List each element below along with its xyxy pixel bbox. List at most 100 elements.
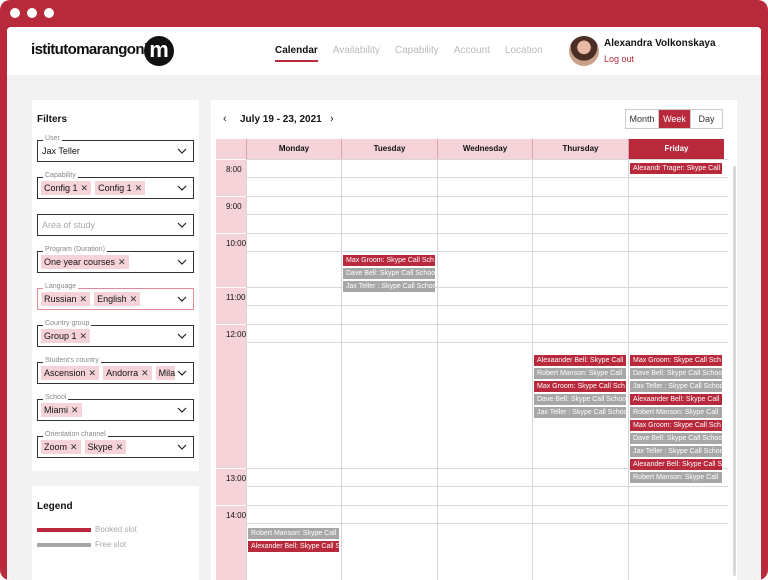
school-select[interactable]: School Miami ✕ [37,394,194,421]
free-slot[interactable]: Robert Manson: Skype Call [248,528,339,539]
capability-select[interactable]: Capability Config 1 ✕ Config 1 ✕ [37,172,194,199]
close-icon[interactable]: ✕ [80,294,88,304]
calendar-scrollbar[interactable] [733,166,736,576]
nav-capability[interactable]: Capability [395,45,439,56]
view-day-button[interactable]: Day [690,110,722,128]
time-label: 13:00 [226,474,247,483]
close-icon[interactable]: ✕ [135,183,143,193]
booked-slot[interactable]: Max Groom: Skype Call Sch [343,255,435,266]
area-of-study-select[interactable]: Area of study [37,214,194,236]
grid-line [246,196,728,197]
day-header-monday: Monday [246,139,341,159]
chip-list: One year courses ✕ [41,255,129,269]
close-icon[interactable]: ✕ [130,294,138,304]
grid-line [246,159,728,160]
chevron-left-icon[interactable]: ‹ [223,113,227,125]
user-select[interactable]: User Jax Teller [37,135,194,162]
chevron-down-icon[interactable] [177,331,187,341]
close-icon[interactable]: ✕ [80,331,88,341]
booked-slot[interactable]: Alexander Bell: Skype Call S [630,459,722,470]
view-month-button[interactable]: Month [626,110,658,128]
window-dot-icon[interactable] [44,8,54,18]
free-slot[interactable]: Jax Teller : Skype Call Schoo [630,446,722,457]
close-icon[interactable]: ✕ [118,257,126,267]
chip-label: English [97,294,127,304]
close-icon[interactable]: ✕ [81,183,89,193]
close-icon[interactable]: ✕ [141,368,149,378]
time-slot-label: 12:00 [216,324,246,468]
grid-line [246,287,728,288]
field-label: Program (Duration) [43,246,107,254]
chevron-down-icon[interactable] [177,183,187,193]
time-label: 9:00 [226,202,242,211]
chip: Skype ✕ [84,440,127,454]
chip-list: Group 1 ✕ [41,329,91,343]
free-slot[interactable]: Robert Manson: Skype Call [630,472,722,483]
avatar[interactable] [569,36,599,66]
chip-label: Config 1 [44,183,78,193]
week-grid: Monday Tuesday Wednesday Thursday Friday 8:00… [216,139,728,580]
country-group-select[interactable]: Country group Group 1 ✕ [37,320,194,347]
chevron-down-icon[interactable] [177,442,187,452]
language-select[interactable]: Language Russian ✕ English ✕ [37,283,194,310]
chip: One year courses ✕ [41,255,129,269]
time-label: 11:00 [226,293,246,302]
nav-location[interactable]: Location [505,45,543,56]
chip-label: Ascension [44,368,86,378]
booked-slot[interactable]: Max Groom: Skype Call Sch [630,355,722,366]
filters-title: Filters [37,114,68,125]
main-nav: Calendar Availability Capability Account… [275,45,543,62]
close-icon[interactable]: ✕ [70,442,78,452]
free-slot[interactable]: Robert Manson: Skype Call [630,407,722,418]
free-slot[interactable]: Jax Teller : Skype Call Schoo [343,281,435,292]
chip-label: Skype [87,442,113,452]
booked-slot[interactable]: Max Groom: Skype Call Sch [534,381,626,392]
grid-line [246,214,728,215]
day-header-wednesday: Wednesday [437,139,532,159]
nav-calendar[interactable]: Calendar [275,45,318,62]
student-country-select[interactable]: Student's country Ascension ✕ Andorra ✕ Mi… [37,357,194,384]
legend-booked: Booked slot [37,525,137,534]
chip-list: Zoom ✕ Skype ✕ [41,440,127,454]
logout-link[interactable]: Log out [604,54,634,64]
free-slot[interactable]: Jax Teller : Skype Call Schoo [534,407,626,418]
chip-list: Miami ✕ [41,403,82,417]
window-dot-icon[interactable] [10,8,20,18]
orientation-channel-select[interactable]: Orientation channel Zoom ✕ Skype ✕ [37,431,194,458]
grid-line [246,233,728,234]
chevron-down-icon[interactable] [177,405,187,415]
chip: English ✕ [94,292,141,306]
chevron-down-icon[interactable] [177,368,187,378]
view-week-button[interactable]: Week [658,110,690,128]
booked-slot[interactable]: Alexaander Bell: Skype Call [534,355,626,366]
free-slot[interactable]: Robert Manson: Skype Call [534,368,626,379]
booked-slot[interactable]: Max Groom: Skype Call Sch [630,420,722,431]
free-slot[interactable]: Dave Bell: Skype Call Schoo [534,394,626,405]
chevron-down-icon[interactable] [177,257,187,267]
chip: Config 1 ✕ [41,181,92,195]
free-slot[interactable]: Dave Bell: Skype Call Schoo [343,268,435,279]
close-icon[interactable]: ✕ [71,405,79,415]
free-slot[interactable]: Dave Bell: Skype Call Schoo [630,368,722,379]
free-slot[interactable]: Dave Bell: Skype Call Schoo [630,433,722,444]
close-icon[interactable]: ✕ [89,368,97,378]
nav-availability[interactable]: Availability [333,45,380,56]
chevron-down-icon[interactable] [177,294,187,304]
booked-slot[interactable]: Alexandr Trager: Skype Call [630,163,722,174]
booked-slot[interactable]: Alexaander Bell: Skype Call [630,394,722,405]
chip-label: One year courses [44,257,116,267]
close-icon[interactable]: ✕ [116,442,124,452]
time-slot-label: 14:00 [216,505,246,580]
chevron-right-icon[interactable]: › [330,113,334,125]
chip: Miami ✕ [41,403,82,417]
nav-account[interactable]: Account [454,45,490,56]
chevron-down-icon[interactable] [177,146,187,156]
free-slot[interactable]: Jax Teller : Skype Call Schoo [630,381,722,392]
chevron-down-icon[interactable] [177,220,187,230]
window-dot-icon[interactable] [27,8,37,18]
chip-label: Russian [44,294,77,304]
booked-slot[interactable]: Alexander Bell: Skype Call S [248,541,339,552]
program-select[interactable]: Program (Duration) One year courses ✕ [37,246,194,273]
grid-line [246,177,728,178]
grid-line [246,505,728,506]
